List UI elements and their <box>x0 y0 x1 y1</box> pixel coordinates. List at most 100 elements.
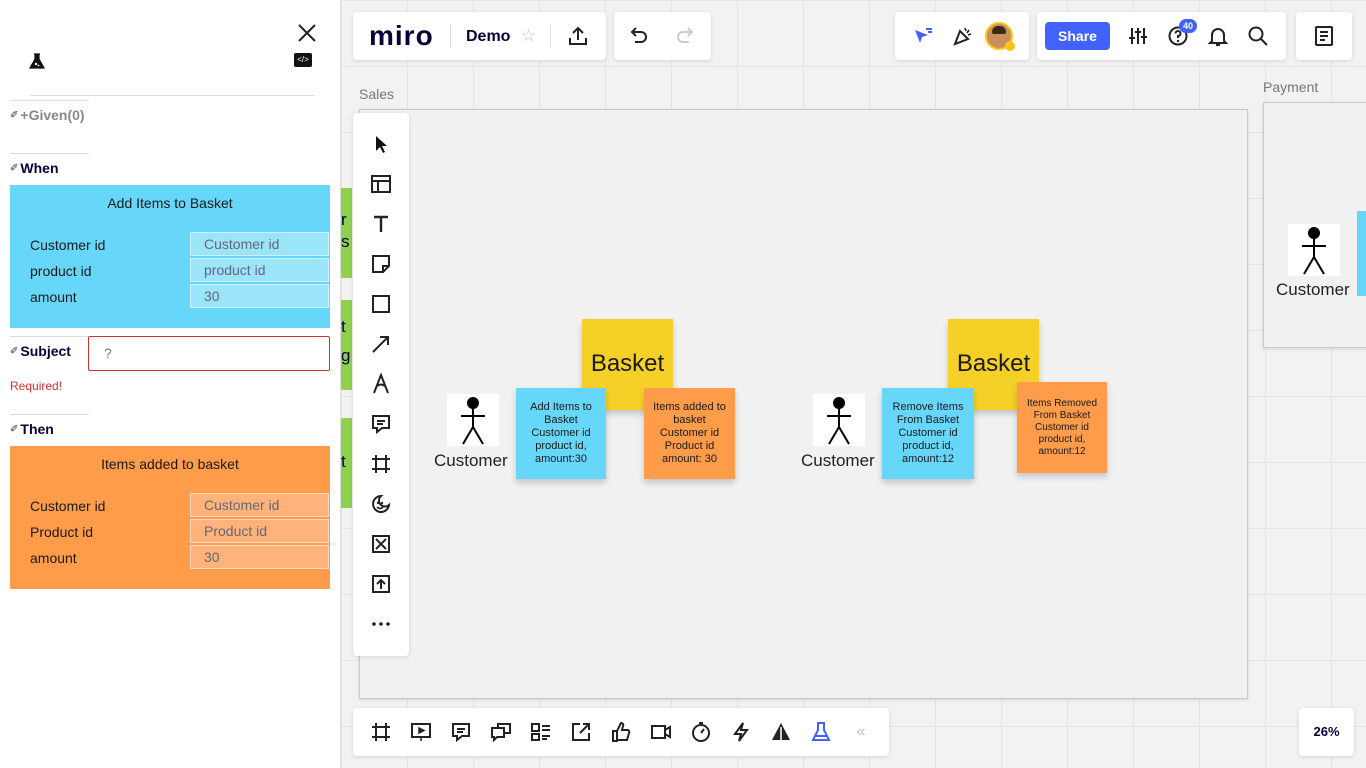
close-box-icon[interactable] <box>365 528 397 560</box>
actor-figure[interactable] <box>447 394 499 446</box>
then-card-title: Items added to basket <box>101 456 239 472</box>
sticky-event[interactable]: Items Removed From Basket Customer id pr… <box>1017 382 1107 473</box>
divider <box>30 95 315 96</box>
chat-icon[interactable] <box>485 716 517 748</box>
lightning-badge-icon <box>1005 41 1015 51</box>
upload-export-icon[interactable] <box>562 20 594 52</box>
partial-sticky[interactable] <box>1357 211 1366 296</box>
frames-icon[interactable] <box>365 716 397 748</box>
miro-logo[interactable]: miro <box>369 20 434 52</box>
zoom-level[interactable]: 26% <box>1299 724 1354 739</box>
select-arrow-icon[interactable] <box>365 128 397 160</box>
field-row: Customer id Customer id <box>30 232 329 256</box>
amount-input[interactable]: 30 <box>190 284 329 308</box>
board-list-panel <box>1296 12 1352 60</box>
notes-list-icon[interactable] <box>1308 20 1340 52</box>
board-header-panel: miro Demo ☆ <box>353 12 606 60</box>
settings-sliders-icon[interactable] <box>1122 20 1154 52</box>
field-label: amount <box>30 550 77 566</box>
share-button[interactable]: Share <box>1045 22 1110 50</box>
comment-icon[interactable] <box>365 408 397 440</box>
required-error: Required! <box>10 379 63 393</box>
product-id-input[interactable]: Product id <box>190 519 329 543</box>
customer-id-input[interactable]: Customer id <box>190 493 329 517</box>
stick-figure-icon <box>1302 227 1326 275</box>
customer-id-input[interactable]: Customer id <box>190 232 329 256</box>
cursor-tracking-icon[interactable] <box>907 20 939 52</box>
given-label: +Given(0) <box>20 107 85 123</box>
sticky-note-icon[interactable] <box>365 248 397 280</box>
when-label: When <box>20 160 59 176</box>
sticky-command[interactable]: Add Items to Basket Customer id product … <box>516 388 606 479</box>
share-screen-icon[interactable] <box>565 716 597 748</box>
search-icon[interactable] <box>1242 20 1274 52</box>
product-id-input[interactable]: product id <box>190 258 329 282</box>
share-tools-panel: Share 40 <box>1037 12 1286 60</box>
field-label: Customer id <box>30 498 106 514</box>
when-card-title: Add Items to Basket <box>107 195 233 211</box>
amount-input[interactable]: 30 <box>190 545 329 569</box>
bell-icon[interactable] <box>1202 20 1234 52</box>
collapse-toolbar-icon[interactable]: « <box>845 716 877 748</box>
field-row: Product id Product id <box>30 519 329 543</box>
when-card: Add Items to Basket Customer id Customer… <box>10 185 330 328</box>
celebrate-icon[interactable] <box>947 20 979 52</box>
cards-icon[interactable] <box>525 716 557 748</box>
voting-icon[interactable] <box>605 716 637 748</box>
header-divider <box>450 24 451 48</box>
close-icon[interactable] <box>296 22 318 44</box>
templates-icon[interactable] <box>365 168 397 200</box>
subject-input[interactable]: ? <box>88 336 330 371</box>
actor-label: Customer <box>801 451 875 470</box>
creation-toolbar <box>353 113 409 656</box>
board-canvas[interactable]: r s t g t Sales Payment Customer Custome… <box>341 0 1366 768</box>
sticky-command[interactable]: Remove Items From Basket Customer id pro… <box>882 388 974 479</box>
then-label: Then <box>20 421 54 437</box>
code-icon[interactable]: </> <box>294 53 312 67</box>
given-section-header[interactable]: ✐ +Given(0) <box>10 100 89 123</box>
lab-flask-icon[interactable] <box>805 716 837 748</box>
field-row: amount 30 <box>30 284 329 308</box>
then-card: Items added to basket Customer id Custom… <box>10 446 330 589</box>
text-icon[interactable] <box>365 208 397 240</box>
shape-icon[interactable] <box>365 288 397 320</box>
board-name[interactable]: Demo <box>466 28 510 46</box>
presentation-icon[interactable] <box>405 716 437 748</box>
frame-label-payment[interactable]: Payment <box>1263 79 1318 95</box>
more-icon[interactable] <box>365 608 397 640</box>
timer-icon[interactable] <box>685 716 717 748</box>
upload-icon[interactable] <box>365 568 397 600</box>
subject-label: Subject <box>20 343 71 359</box>
partial-sticky-text: s <box>341 232 350 251</box>
comments-icon[interactable] <box>445 716 477 748</box>
side-panel: </> ✐ +Given(0) ✐ When Add Items to Bask… <box>0 0 341 768</box>
lightning-icon[interactable] <box>725 716 757 748</box>
field-label: Customer id <box>30 237 106 253</box>
frame-label-sales[interactable]: Sales <box>359 86 394 102</box>
partial-sticky-text: g <box>341 346 351 365</box>
actor-figure[interactable] <box>813 394 865 446</box>
redo-icon[interactable] <box>670 20 702 52</box>
video-icon[interactable] <box>645 716 677 748</box>
partial-sticky-text: r <box>341 210 347 229</box>
frame-icon[interactable] <box>365 448 397 480</box>
stick-figure-icon <box>461 397 485 445</box>
emoji-sticker-icon[interactable] <box>365 488 397 520</box>
field-label: product id <box>30 263 92 279</box>
actor-figure[interactable] <box>1288 224 1340 276</box>
star-icon[interactable]: ☆ <box>521 26 536 46</box>
field-row: amount 30 <box>30 545 329 569</box>
subject-section-header: ✐ Subject <box>10 336 89 359</box>
pin-icon: ✐ <box>10 423 19 435</box>
header-divider <box>550 24 551 48</box>
sticky-event[interactable]: Items added to basket Customer id Produc… <box>644 388 735 479</box>
pen-icon[interactable] <box>365 368 397 400</box>
partial-sticky[interactable] <box>341 300 352 390</box>
pin-icon: ✐ <box>10 345 19 357</box>
undo-redo-panel <box>614 12 711 60</box>
connection-line-icon[interactable] <box>365 328 397 360</box>
field-row: Customer id Customer id <box>30 493 329 517</box>
undo-icon[interactable] <box>622 20 654 52</box>
notification-count-badge: 40 <box>1179 19 1197 33</box>
event-storming-icon[interactable] <box>765 716 797 748</box>
